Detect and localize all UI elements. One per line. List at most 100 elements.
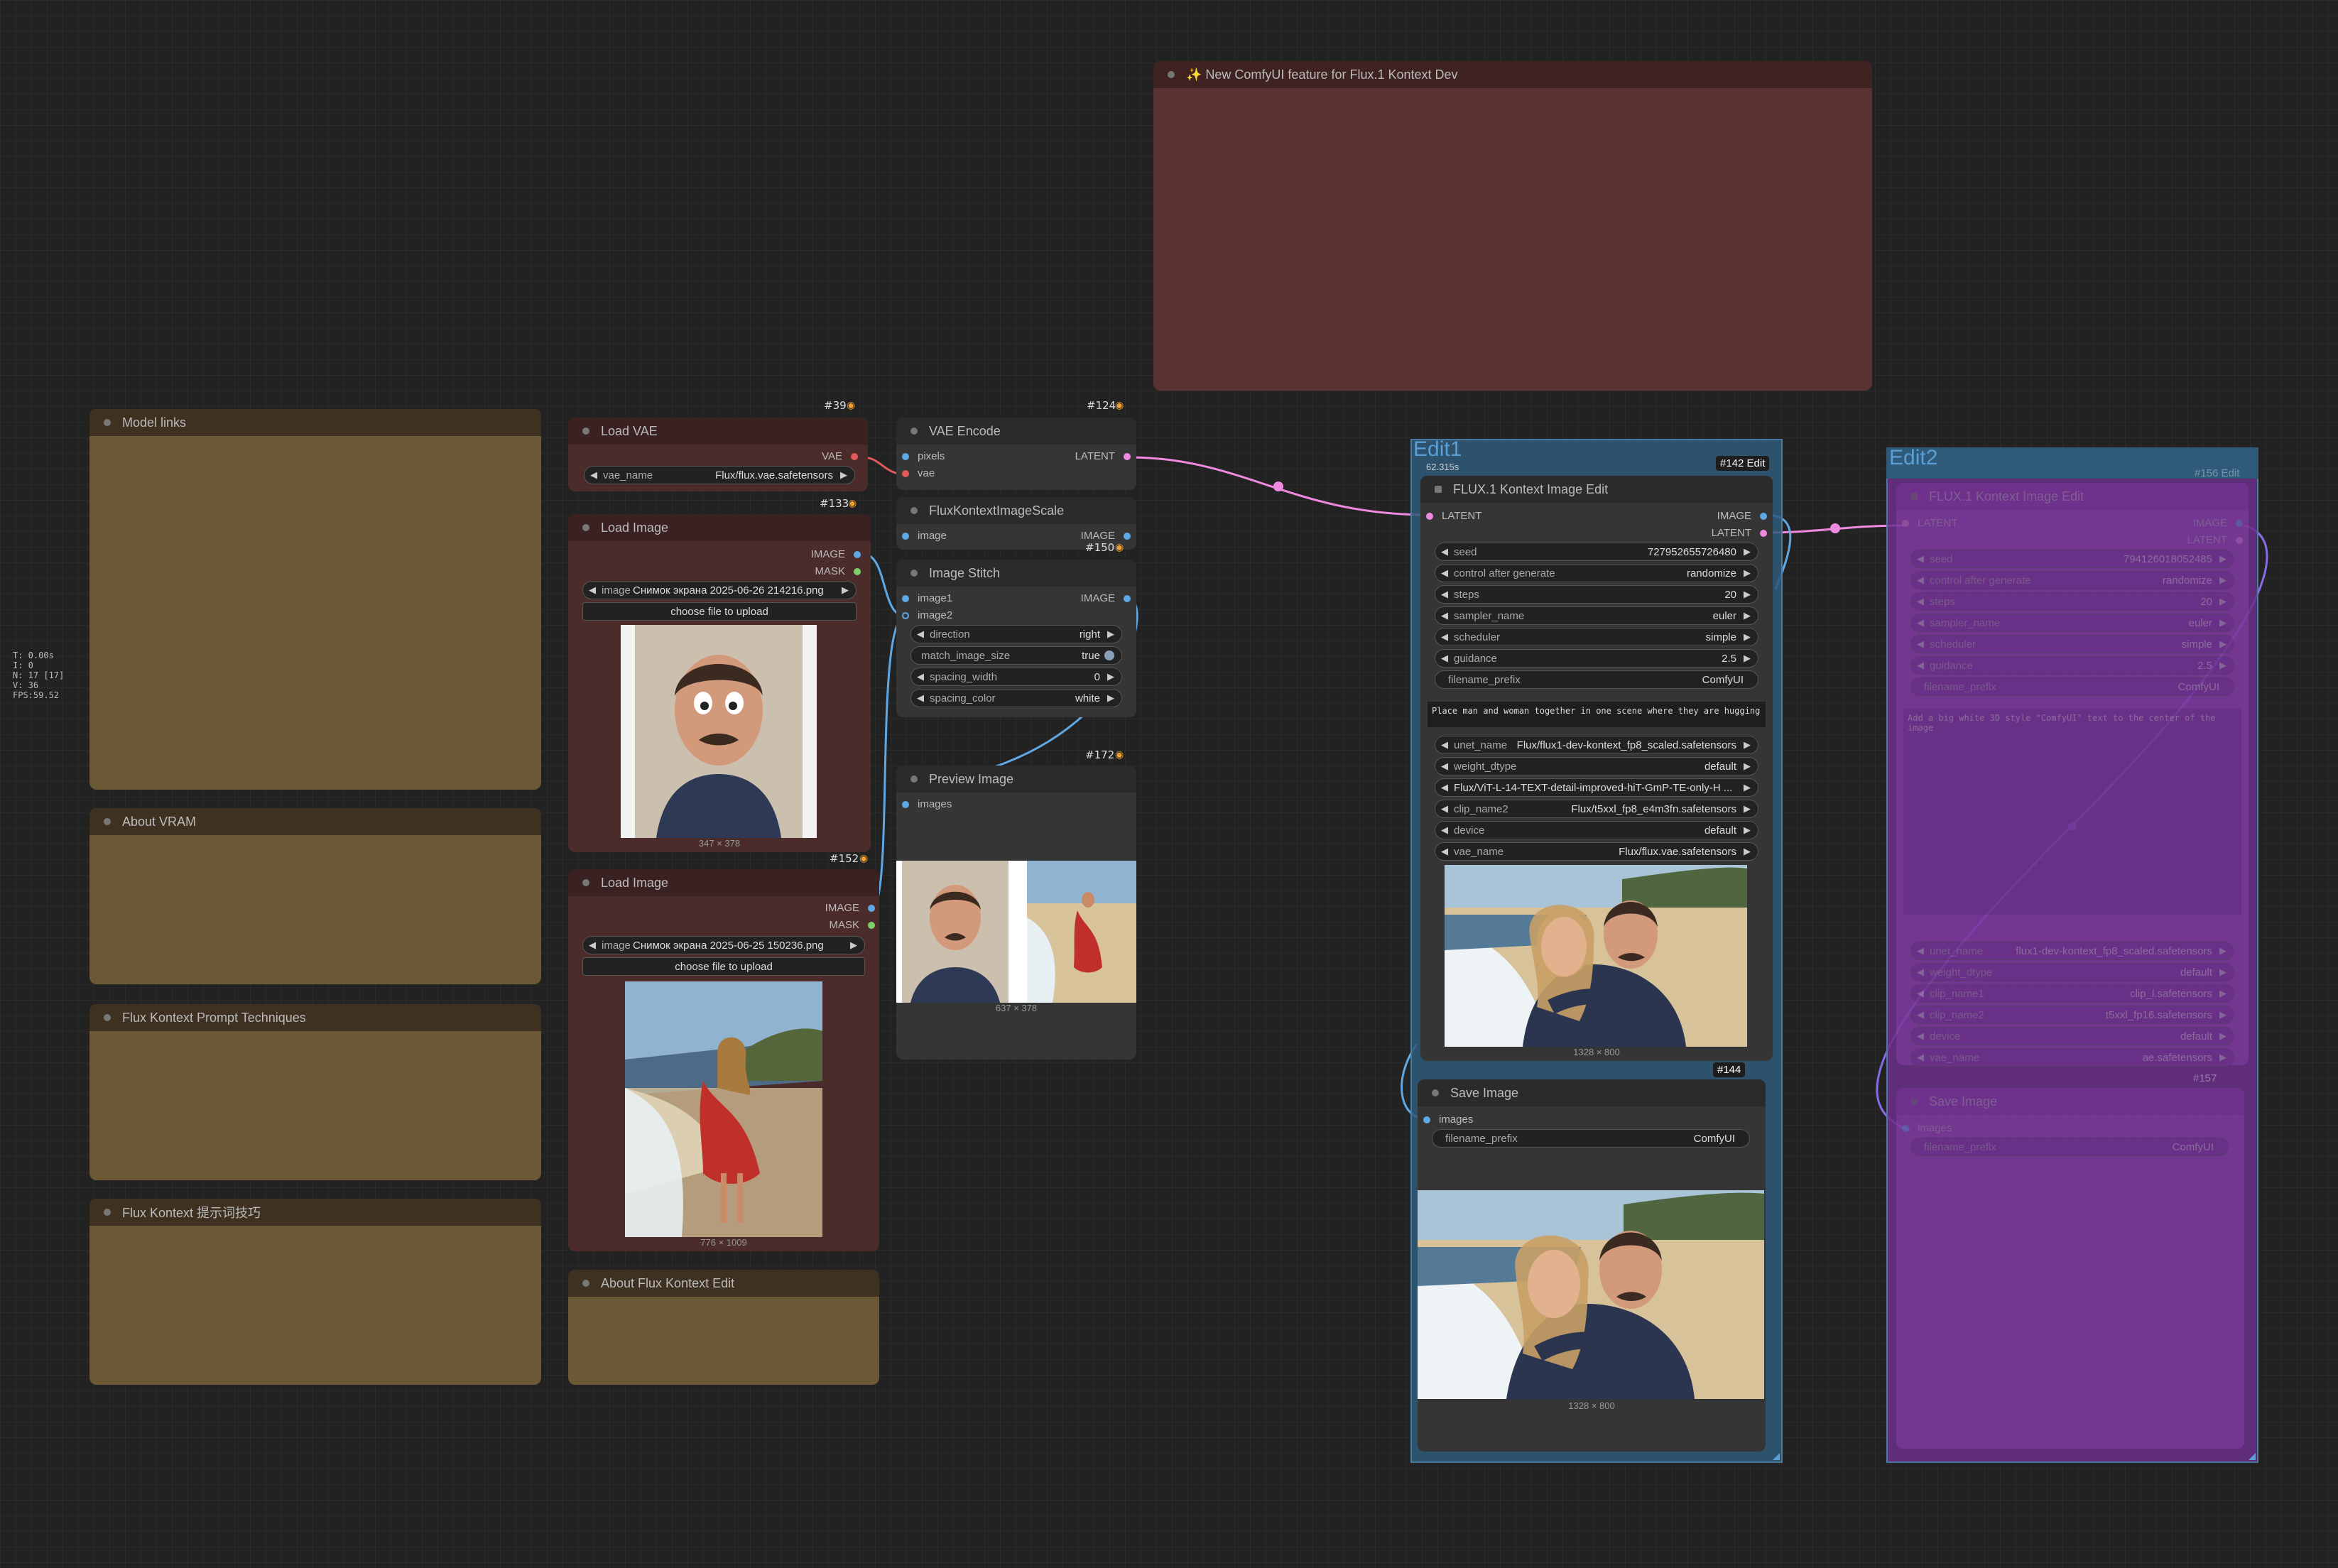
arrow-left-icon[interactable]: ◀: [1917, 1009, 1924, 1020]
match-image-size-toggle[interactable]: match_image_size true: [910, 646, 1122, 665]
node-load-vae[interactable]: Load VAE VAE ◀ vae_name Flux/flux.vae.sa…: [568, 418, 868, 491]
node-image-stitch[interactable]: Image Stitch image1 image2 IMAGE ◀ direc…: [896, 560, 1136, 717]
output-image[interactable]: IMAGE: [1081, 530, 1131, 542]
latent-pin[interactable]: [1426, 512, 1433, 520]
input-images[interactable]: images: [902, 798, 952, 810]
image-pin[interactable]: [1423, 1116, 1430, 1123]
arrow-right-icon[interactable]: ▶: [2219, 660, 2226, 671]
image-pin[interactable]: [902, 800, 909, 808]
arrow-right-icon[interactable]: ▶: [2219, 967, 2226, 978]
arrow-right-icon[interactable]: ▶: [1744, 589, 1751, 600]
sampler-name-combo[interactable]: ◀ sampler_name euler ▶: [1910, 614, 2234, 632]
vae-pin[interactable]: [902, 469, 909, 477]
output-image[interactable]: IMAGE: [2193, 517, 2243, 529]
scheduler-combo[interactable]: ◀ scheduler simple ▶: [1435, 628, 1758, 646]
input-images[interactable]: images: [1902, 1122, 1952, 1134]
note-new-feature[interactable]: ✨ New ComfyUI feature for Flux.1 Kontext…: [1153, 61, 1872, 391]
arrow-right-icon[interactable]: ▶: [2219, 1052, 2226, 1063]
node-kontext-edit-2-bypassed[interactable]: FLUX.1 Kontext Image Edit LATENT IMAGE L…: [1896, 483, 2249, 1067]
collapse-dot[interactable]: [104, 1014, 111, 1021]
clip-name2-combo[interactable]: ◀ clip_name2 Flux/t5xxl_fp8_e4m3fn.safeten…: [1435, 800, 1758, 818]
arrow-left-icon[interactable]: ◀: [1917, 1030, 1924, 1042]
arrow-left-icon[interactable]: ◀: [1441, 782, 1448, 793]
image-pin[interactable]: [1902, 1124, 1909, 1132]
filename-prefix-field[interactable]: filename_prefix ComfyUI: [1910, 1138, 2229, 1156]
latent-pin[interactable]: [1760, 529, 1767, 537]
device-combo[interactable]: ◀ device default ▶: [1910, 1027, 2234, 1045]
vae-name-combo[interactable]: ◀ vae_name ae.safetensors ▶: [1910, 1048, 2234, 1067]
arrow-right-icon[interactable]: ▶: [1107, 671, 1114, 682]
output-image[interactable]: IMAGE: [811, 548, 861, 560]
arrow-right-icon[interactable]: ▶: [1744, 567, 1751, 579]
image-pin[interactable]: [854, 550, 861, 558]
resize-handle-icon[interactable]: [2249, 1453, 2256, 1460]
image-combo[interactable]: ◀ image Снимок экрана 2025-06-25 150236.…: [582, 936, 865, 954]
seed-number[interactable]: ◀ seed 727952655726480 ▶: [1435, 543, 1758, 561]
collapse-dot[interactable]: [582, 524, 589, 531]
filename-prefix-field[interactable]: filename_prefix ComfyUI: [1432, 1129, 1750, 1148]
arrow-right-icon[interactable]: ▶: [1744, 761, 1751, 772]
arrow-left-icon[interactable]: ◀: [917, 692, 924, 704]
output-latent[interactable]: LATENT: [1712, 527, 1767, 539]
image-combo[interactable]: ◀ image Снимок экрана 2025-06-26 214216.…: [582, 581, 857, 599]
node-kontext-edit-1[interactable]: FLUX.1 Kontext Image Edit LATENT IMAGE L…: [1420, 476, 1773, 1061]
arrow-right-icon[interactable]: ▶: [2219, 988, 2226, 999]
collapse-dot[interactable]: [1432, 1089, 1439, 1096]
vae-name-combo[interactable]: ◀ vae_name Flux/flux.vae.safetensors ▶: [584, 466, 855, 484]
scheduler-combo[interactable]: ◀ scheduler simple ▶: [1910, 635, 2234, 653]
output-image[interactable]: IMAGE: [1717, 510, 1767, 522]
steps-number[interactable]: ◀ steps 20 ▶: [1435, 585, 1758, 604]
arrow-left-icon[interactable]: ◀: [1441, 846, 1448, 857]
collapse-dot[interactable]: [910, 507, 918, 514]
output-image[interactable]: IMAGE: [1081, 592, 1131, 604]
node-save-image-2-bypassed[interactable]: Save Image images filename_prefix ComfyUI: [1896, 1088, 2244, 1449]
arrow-left-icon[interactable]: ◀: [1441, 824, 1448, 836]
output-mask[interactable]: MASK: [815, 565, 861, 577]
collapse-dot[interactable]: [910, 775, 918, 783]
vae-name-combo[interactable]: ◀ vae_name Flux/flux.vae.safetensors ▶: [1435, 842, 1758, 861]
arrow-left-icon[interactable]: ◀: [1917, 967, 1924, 978]
clip-name1-combo[interactable]: ◀ clip_name1 clip_l.safetensors ▶: [1910, 984, 2234, 1003]
image-pin[interactable]: [1760, 512, 1767, 520]
arrow-right-icon[interactable]: ▶: [1744, 782, 1751, 793]
weight-dtype-combo[interactable]: ◀ weight_dtype default ▶: [1435, 757, 1758, 775]
latent-pin[interactable]: [2236, 536, 2243, 544]
image-pin[interactable]: [2236, 519, 2243, 527]
collapse-dot[interactable]: [582, 879, 589, 886]
latent-pin[interactable]: [1124, 452, 1131, 460]
collapse-dot[interactable]: [1910, 493, 1918, 500]
collapse-dot[interactable]: [104, 1209, 111, 1216]
arrow-left-icon[interactable]: ◀: [1441, 653, 1448, 664]
output-mask[interactable]: MASK: [829, 919, 875, 931]
input-vae[interactable]: vae: [902, 467, 935, 479]
output-latent[interactable]: LATENT: [2187, 534, 2243, 546]
clip-name2-combo[interactable]: ◀ clip_name2 t5xxl_fp16.safetensors ▶: [1910, 1006, 2234, 1024]
node-vae-encode[interactable]: VAE Encode pixels vae LATENT: [896, 418, 1136, 490]
arrow-left-icon[interactable]: ◀: [1441, 546, 1448, 557]
group-title[interactable]: Edit1: [1413, 437, 1462, 462]
unet-name-combo[interactable]: ◀ unet_name Flux/flux1-dev-kontext_fp8_sca…: [1435, 736, 1758, 754]
arrow-right-icon[interactable]: ▶: [2219, 617, 2226, 628]
input-images[interactable]: images: [1423, 1114, 1473, 1126]
clip-name1-combo[interactable]: ◀ Flux/ViT-L-14-TEXT-detail-improved-hiT-…: [1435, 778, 1758, 797]
arrow-right-icon[interactable]: ▶: [1744, 610, 1751, 621]
collapse-dot[interactable]: [910, 570, 918, 577]
arrow-left-icon[interactable]: ◀: [1441, 739, 1448, 751]
filename-prefix-field[interactable]: filename_prefix ComfyUI: [1435, 670, 1758, 689]
control-after-generate-combo[interactable]: ◀ control after generate randomize ▶: [1910, 571, 2234, 589]
arrow-right-icon[interactable]: ▶: [2219, 638, 2226, 650]
guidance-number[interactable]: ◀ guidance 2.5 ▶: [1910, 656, 2234, 675]
toggle-knob[interactable]: [1104, 650, 1114, 660]
filename-prefix-field[interactable]: filename_prefix ComfyUI: [1910, 677, 2234, 696]
collapse-dot[interactable]: [1910, 1098, 1918, 1105]
arrow-left-icon[interactable]: ◀: [1917, 575, 1924, 586]
arrow-left-icon[interactable]: ◀: [1441, 589, 1448, 600]
arrow-right-icon[interactable]: ▶: [1744, 631, 1751, 643]
output-image[interactable]: IMAGE: [825, 902, 875, 914]
arrow-left-icon[interactable]: ◀: [1441, 610, 1448, 621]
image-pin[interactable]: [868, 904, 875, 912]
input-latent[interactable]: LATENT: [1902, 517, 1957, 529]
latent-pin[interactable]: [1902, 519, 1909, 527]
arrow-right-icon[interactable]: ▶: [2219, 596, 2226, 607]
arrow-left-icon[interactable]: ◀: [1917, 945, 1924, 957]
